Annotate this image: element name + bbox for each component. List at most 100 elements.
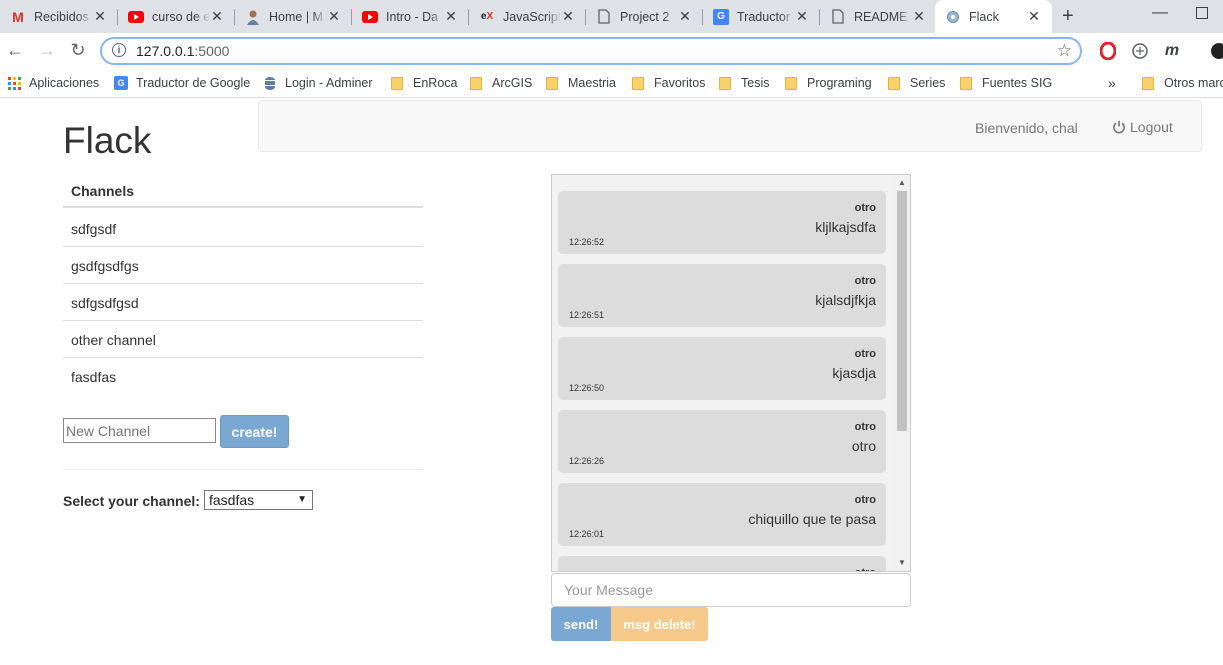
document-icon (830, 9, 846, 25)
channel-item[interactable]: sdfgsdf (63, 210, 423, 247)
close-icon[interactable]: ✕ (677, 8, 693, 25)
select-channel-label: Select your channel: (63, 493, 200, 509)
bookmark-apps[interactable]: Aplicaciones (8, 69, 99, 97)
bookmark-folder-enroca[interactable]: EnRoca (391, 69, 457, 97)
brand-title[interactable]: Flack (63, 120, 151, 162)
folder-icon (785, 76, 797, 90)
close-icon[interactable]: ✕ (209, 8, 225, 25)
bookmark-folder-arcgis[interactable]: ArcGIS (470, 69, 532, 97)
gmail-icon: M (12, 8, 24, 25)
document-icon (596, 9, 612, 25)
power-icon (1113, 120, 1125, 134)
channel-item[interactable]: sdfgsdfgsd (63, 284, 423, 321)
bookmark-folder-tesis[interactable]: Tesis (719, 69, 769, 97)
browser-tab[interactable]: README ✕ (820, 0, 937, 33)
divider (63, 469, 423, 470)
browser-tab-bar: M Recibidos ✕ curso de e ✕ Home | M ✕ In… (0, 0, 1223, 33)
address-bar[interactable]: i 127.0.0.1:5000 ☆ (100, 37, 1082, 65)
welcome-text: Bienvenido, chal (975, 120, 1078, 136)
globe-icon (945, 9, 961, 25)
url-text[interactable]: 127.0.0.1:5000 (136, 43, 229, 59)
bookmark-star-icon[interactable]: ☆ (1057, 41, 1072, 61)
bookmarks-bar: Aplicaciones G Traductor de Google Login… (0, 69, 1223, 98)
close-icon[interactable]: ✕ (560, 8, 576, 25)
channel-select[interactable]: fasdfas ▼ (204, 490, 313, 510)
bookmark-google-translate[interactable]: G Traductor de Google (114, 69, 250, 97)
scroll-down-icon[interactable]: ▼ (898, 558, 906, 567)
new-channel-input[interactable] (63, 418, 216, 443)
edx-icon: eX (480, 11, 494, 22)
chat-message: otro kjasdja 12:26:50 (558, 337, 886, 400)
info-icon[interactable]: i (112, 43, 126, 57)
bookmark-adminer[interactable]: Login - Adminer (265, 69, 373, 97)
youtube-icon (362, 9, 378, 25)
chat-messages-panel[interactable]: otro kljlkajsdfa 12:26:52 otro kjalsdjfk… (551, 174, 911, 572)
chat-message: otro kljlkajsdfa 12:26:52 (558, 191, 886, 254)
forward-icon[interactable]: → (37, 40, 57, 61)
browser-tab[interactable]: eX JavaScript ✕ (469, 0, 586, 33)
close-icon[interactable]: ✕ (92, 8, 108, 25)
avatar[interactable] (1207, 41, 1223, 61)
chat-message: otro otro 12:26:26 (558, 410, 886, 473)
browser-tab[interactable]: curso de e ✕ (118, 0, 235, 33)
close-icon[interactable]: ✕ (911, 8, 927, 25)
folder-icon (632, 76, 644, 90)
bookmark-folder-fuentes-sig[interactable]: Fuentes SIG (960, 69, 1052, 97)
send-button[interactable]: send! (551, 607, 611, 641)
folder-icon (546, 76, 558, 90)
folder-icon (888, 76, 900, 90)
chat-scrollbar[interactable]: ▲ ▼ (894, 175, 910, 571)
close-icon[interactable]: ✕ (326, 8, 342, 25)
top-navbar: Bienvenido, chal Logout (258, 100, 1202, 152)
close-icon[interactable]: ✕ (794, 8, 810, 25)
scroll-thumb[interactable] (897, 191, 907, 431)
browser-tab[interactable]: M Recibidos ✕ (0, 0, 118, 33)
folder-icon (391, 76, 403, 90)
google-translate-icon: G (114, 76, 128, 90)
browser-tab-active[interactable]: Flack ✕ (935, 0, 1052, 33)
apps-icon (8, 76, 21, 90)
folder-icon (719, 76, 731, 90)
browser-tab[interactable]: Project 2 ✕ (586, 0, 703, 33)
browser-tab[interactable]: G Traductor ✕ (703, 0, 820, 33)
message-input[interactable] (551, 573, 911, 607)
bookmarks-overflow-icon[interactable]: » (1108, 75, 1116, 91)
reload-icon[interactable]: ↻ (68, 40, 88, 61)
bookmark-folder-series[interactable]: Series (888, 69, 945, 97)
google-translate-icon: G (713, 8, 729, 25)
close-icon[interactable]: ✕ (443, 8, 459, 25)
back-icon[interactable]: ← (5, 40, 25, 61)
channel-item[interactable]: fasdfas (63, 358, 423, 395)
chat-message: otro (558, 556, 886, 571)
create-channel-button[interactable]: create! (220, 415, 289, 448)
logout-link[interactable]: Logout (1112, 119, 1173, 135)
bookmark-folder-otros[interactable]: Otros marc (1142, 69, 1223, 97)
bookmark-folder-favoritos[interactable]: Favoritos (632, 69, 705, 97)
chat-message: otro kjalsdjfkja 12:26:51 (558, 264, 886, 327)
opera-icon[interactable] (1098, 41, 1118, 61)
channel-item[interactable]: other channel (63, 321, 423, 358)
bookmark-folder-maestria[interactable]: Maestria (546, 69, 616, 97)
extension-m-icon[interactable]: m (1162, 41, 1182, 61)
youtube-icon (128, 9, 144, 25)
page-content: Flack Bienvenido, chal Logout Channels s… (0, 98, 1223, 665)
browser-tab[interactable]: Home | M ✕ (235, 0, 352, 33)
database-icon (265, 76, 275, 90)
close-icon[interactable]: ✕ (1026, 8, 1042, 25)
browser-tab[interactable]: Intro - Da ✕ (352, 0, 469, 33)
scroll-up-icon[interactable]: ▲ (898, 178, 906, 187)
chevron-down-icon: ▼ (297, 494, 307, 505)
delete-message-button[interactable]: msg delete! (611, 607, 708, 641)
person-icon (245, 9, 261, 25)
bookmark-folder-programing[interactable]: Programing (785, 69, 872, 97)
maximize-icon[interactable] (1196, 7, 1208, 19)
folder-icon (960, 76, 972, 90)
folder-icon (470, 76, 482, 90)
browser-toolbar: ← → ↻ i 127.0.0.1:5000 ☆ m (0, 33, 1223, 69)
minimize-icon[interactable]: — (1152, 4, 1168, 22)
folder-icon (1142, 76, 1154, 90)
channels-table-header: Channels (63, 178, 423, 208)
extension-icon[interactable] (1130, 41, 1150, 61)
channel-item[interactable]: gsdfgsdfgs (63, 247, 423, 284)
new-tab-icon[interactable]: + (1062, 5, 1074, 28)
